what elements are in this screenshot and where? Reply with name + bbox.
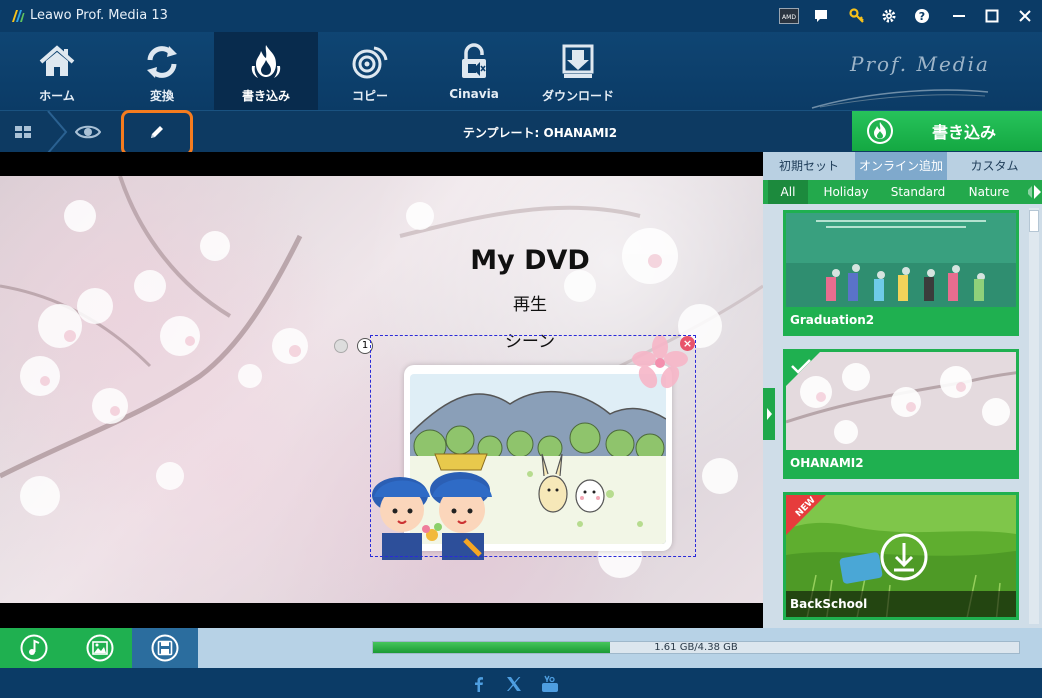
template-scrollbar[interactable] bbox=[1029, 208, 1039, 624]
category-scroll-arrows[interactable] bbox=[1026, 180, 1042, 204]
chevron-right-icon bbox=[767, 408, 772, 420]
category-all[interactable]: All bbox=[768, 180, 808, 204]
breadcrumb-separator bbox=[47, 111, 68, 153]
amd-icon[interactable]: AMD bbox=[778, 6, 800, 26]
image-button[interactable] bbox=[86, 634, 114, 662]
burn-button-label: 書き込み bbox=[932, 123, 997, 142]
template-scrollbar-thumb[interactable] bbox=[1029, 210, 1039, 232]
feedback-icon[interactable] bbox=[810, 6, 832, 26]
category-nature[interactable]: Nature bbox=[961, 180, 1017, 204]
youtube-icon[interactable] bbox=[541, 675, 559, 693]
nav-burn[interactable]: 書き込み bbox=[214, 32, 318, 110]
convert-icon bbox=[147, 46, 177, 78]
template-panel: 初期セット オンライン追加 カスタム All Holiday Standard … bbox=[763, 152, 1042, 628]
template-card-graduation2[interactable]: Graduation2 bbox=[783, 210, 1019, 336]
template-source-tabs: 初期セット オンライン追加 カスタム bbox=[763, 152, 1042, 180]
save-group bbox=[132, 628, 198, 668]
eye-icon bbox=[75, 125, 101, 139]
nav-download[interactable]: ダウンロード bbox=[526, 32, 630, 110]
menu-play-button[interactable]: 再生 bbox=[480, 290, 580, 315]
burn-button[interactable]: 書き込み bbox=[852, 111, 1042, 151]
nav-home[interactable]: ホーム bbox=[5, 32, 109, 110]
selection-box[interactable] bbox=[370, 335, 696, 557]
download-icon bbox=[562, 44, 594, 78]
nav-copy-label: コピー bbox=[351, 89, 388, 103]
brand-logo: Prof. Media bbox=[810, 52, 1010, 112]
edit-button-highlight bbox=[121, 110, 193, 156]
title-bar: Leawo Prof. Media 13 AMD ? bbox=[0, 0, 1042, 32]
x-twitter-icon[interactable] bbox=[505, 675, 523, 693]
music-note-button[interactable] bbox=[20, 634, 48, 662]
bottom-bar: 1.61 GB/4.38 GB bbox=[0, 628, 1042, 668]
nav-convert[interactable]: 変換 bbox=[110, 32, 214, 110]
settings-gear-icon[interactable] bbox=[878, 6, 900, 26]
home-icon bbox=[39, 45, 75, 76]
nav-cinavia[interactable]: Cinavia bbox=[422, 32, 526, 110]
disc-capacity-bar: 1.61 GB/4.38 GB bbox=[372, 641, 1020, 654]
brand-swoosh-icon bbox=[811, 89, 989, 109]
nav-cinavia-label: Cinavia bbox=[449, 87, 499, 101]
maximize-button[interactable] bbox=[981, 6, 1003, 26]
template-grid-button[interactable] bbox=[0, 111, 46, 153]
template-card-backschool[interactable]: NEW BackSchool bbox=[783, 492, 1019, 620]
main-nav: ホーム 変換 書き込み コピー Cinavia ダウンロード Prof. Med… bbox=[0, 32, 1042, 110]
copy-icon bbox=[352, 46, 388, 79]
minimize-button[interactable] bbox=[948, 6, 970, 26]
nav-copy[interactable]: コピー bbox=[318, 32, 422, 110]
template-name: BackSchool bbox=[786, 591, 1016, 617]
svg-text:?: ? bbox=[919, 10, 925, 23]
category-holiday[interactable]: Holiday bbox=[813, 180, 879, 204]
remove-item-button[interactable]: × bbox=[680, 336, 695, 351]
burn-icon bbox=[251, 45, 281, 78]
preview-button[interactable] bbox=[66, 111, 110, 153]
save-button[interactable] bbox=[151, 634, 179, 662]
nav-burn-label: 書き込み bbox=[241, 89, 290, 103]
nav-convert-label: 変換 bbox=[149, 89, 174, 103]
close-window-button[interactable] bbox=[1014, 6, 1036, 26]
chevron-right-icon bbox=[1026, 185, 1041, 199]
key-icon[interactable] bbox=[846, 6, 868, 26]
panel-collapse-handle[interactable] bbox=[763, 388, 775, 440]
template-name: OHANAMI2 bbox=[786, 450, 1016, 476]
media-buttons-group bbox=[0, 628, 132, 668]
nav-download-label: ダウンロード bbox=[541, 89, 614, 103]
category-tabs: All Holiday Standard Nature bbox=[763, 180, 1042, 204]
burn-flame-icon bbox=[867, 118, 893, 144]
app-window: Leawo Prof. Media 13 AMD ? ホーム 変換 書き込み コ… bbox=[0, 0, 1042, 698]
amd-label: AMD bbox=[782, 14, 796, 21]
window-title: Leawo Prof. Media 13 bbox=[30, 8, 168, 23]
grid-icon bbox=[15, 126, 31, 138]
social-footer bbox=[0, 668, 1042, 698]
menu-title-text[interactable]: My DVD bbox=[430, 245, 630, 276]
help-icon[interactable]: ? bbox=[911, 6, 933, 26]
template-name: Graduation2 bbox=[786, 307, 1016, 333]
tab-custom[interactable]: カスタム bbox=[947, 152, 1042, 180]
category-standard[interactable]: Standard bbox=[883, 180, 953, 204]
template-card-ohanami2[interactable]: OHANAMI2 bbox=[783, 349, 1019, 479]
leawo-logo-icon bbox=[12, 10, 25, 22]
cinavia-icon bbox=[462, 43, 486, 78]
nav-home-label: ホーム bbox=[39, 89, 75, 103]
template-name-label: テンプレート: OHANAMI2 bbox=[462, 126, 618, 140]
brand-text: Prof. Media bbox=[850, 52, 990, 76]
facebook-icon[interactable] bbox=[470, 675, 488, 693]
tab-default-set[interactable]: 初期セット bbox=[763, 152, 855, 180]
tab-online-add[interactable]: オンライン追加 bbox=[855, 152, 947, 180]
home-page-marker[interactable] bbox=[334, 339, 348, 353]
disc-capacity-text: 1.61 GB/4.38 GB bbox=[654, 642, 738, 653]
